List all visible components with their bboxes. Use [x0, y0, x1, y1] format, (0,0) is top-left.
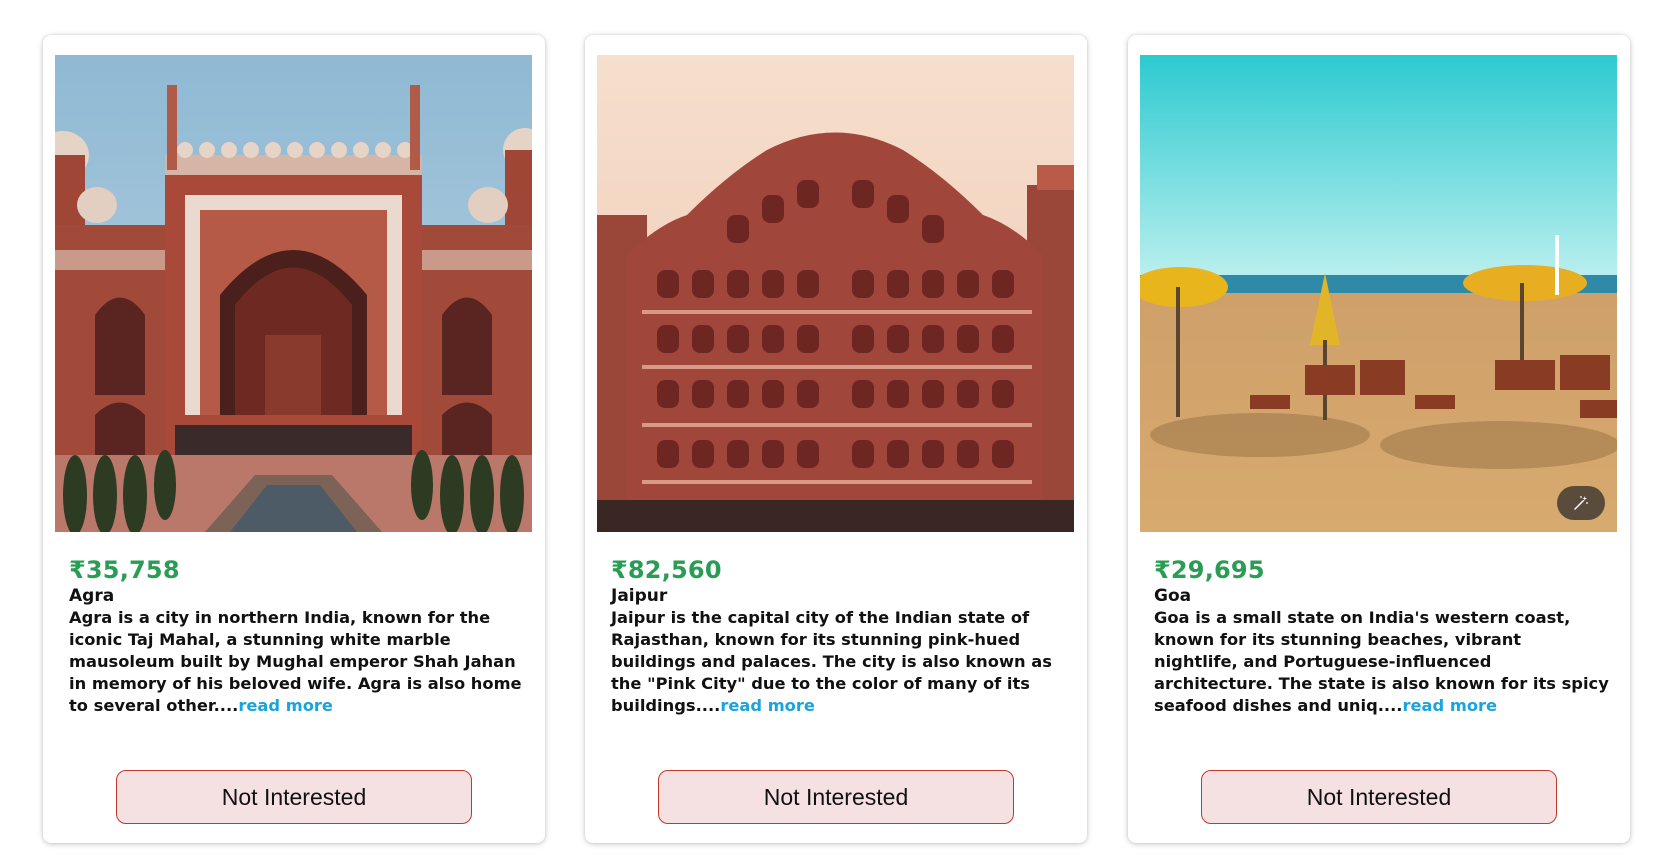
read-more-link[interactable]: read more	[1402, 696, 1497, 715]
city-description: Agra is a city in northern India, known …	[69, 607, 525, 717]
price-label: ₹29,695	[1154, 556, 1265, 584]
not-interested-button[interactable]: Not Interested	[1201, 770, 1557, 824]
city-name: Jaipur	[611, 586, 668, 606]
price-label: ₹35,758	[69, 556, 180, 584]
card-info: ₹82,560 Jaipur Jaipur is the capital cit…	[611, 555, 1067, 717]
city-name: Goa	[1154, 586, 1192, 606]
city-description: Goa is a small state on India's western …	[1154, 607, 1610, 717]
card-info: ₹29,695 Goa Goa is a small state on Indi…	[1154, 555, 1610, 717]
jaipur-photo	[597, 55, 1074, 532]
city-name: Agra	[69, 586, 115, 606]
card-info: ₹35,758 Agra Agra is a city in northern …	[69, 555, 525, 717]
taj-mahal-gate-image	[55, 55, 532, 532]
read-more-link[interactable]: read more	[238, 696, 333, 715]
agra-photo	[55, 55, 532, 532]
destination-card-goa: ₹29,695 Goa Goa is a small state on Indi…	[1128, 35, 1630, 843]
not-interested-button[interactable]: Not Interested	[116, 770, 472, 824]
read-more-link[interactable]: read more	[720, 696, 815, 715]
goa-photo	[1140, 55, 1617, 532]
goa-beach-image	[1140, 55, 1617, 532]
destinations-page: ₹35,758 Agra Agra is a city in northern …	[0, 0, 1674, 855]
description-text: Goa is a small state on India's western …	[1154, 608, 1609, 715]
description-text: Jaipur is the capital city of the Indian…	[611, 608, 1052, 715]
price-label: ₹82,560	[611, 556, 722, 584]
magic-edit-button[interactable]	[1557, 486, 1605, 520]
magic-wand-icon	[1574, 496, 1588, 510]
destination-card-jaipur: ₹82,560 Jaipur Jaipur is the capital cit…	[585, 35, 1087, 843]
not-interested-button[interactable]: Not Interested	[658, 770, 1014, 824]
city-description: Jaipur is the capital city of the Indian…	[611, 607, 1067, 717]
destination-card-agra: ₹35,758 Agra Agra is a city in northern …	[43, 35, 545, 843]
hawa-mahal-image	[597, 55, 1074, 532]
